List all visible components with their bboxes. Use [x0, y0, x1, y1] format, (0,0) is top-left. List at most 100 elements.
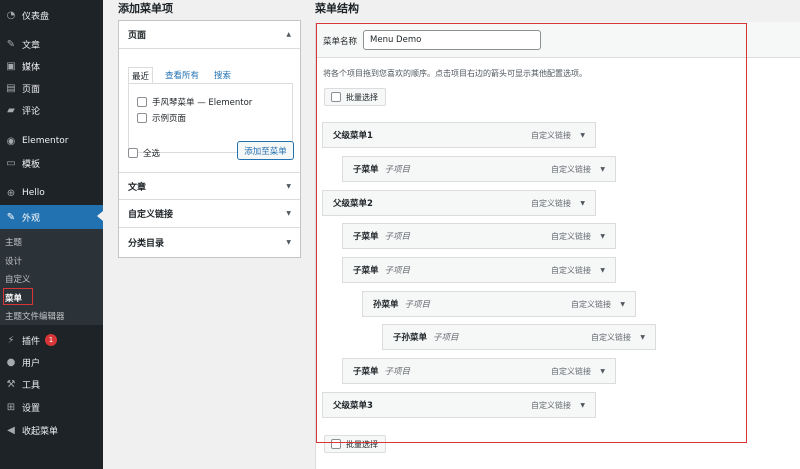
menu-item-heading: 子菜单 子项目	[353, 264, 410, 276]
menu-item-type: 自定义链接	[591, 332, 631, 342]
menu-item[interactable]: 父级菜单3 自定义链接 ▼	[322, 392, 596, 418]
nav-users[interactable]: ● 用户	[0, 351, 103, 373]
chevron-up-icon: ▲	[286, 31, 291, 38]
page-option-label: 手风琴菜单 — Elementor	[152, 98, 253, 108]
categories-section-header[interactable]: 分类目录 ▼	[119, 228, 300, 256]
submenu-design[interactable]: 设计	[5, 255, 22, 267]
nav-collapse-menu[interactable]: ◀ 收起菜单	[0, 419, 103, 441]
menu-item-heading: 子菜单 子项目	[353, 163, 410, 175]
menu-item-title: 子菜单	[353, 165, 379, 175]
menu-item-type: 自定义链接	[551, 366, 591, 376]
menu-item-heading: 子菜单 子项目	[353, 365, 410, 377]
sub-item-label: 子项目	[384, 165, 411, 175]
nav-dashboard[interactable]: ◔ 仪表盘	[0, 4, 103, 26]
submenu-customize[interactable]: 自定义	[5, 273, 31, 285]
menu-item[interactable]: 父级菜单2 自定义链接 ▼	[322, 190, 596, 216]
nav-label: 用户	[22, 358, 41, 369]
nav-settings[interactable]: ⊞ 设置	[0, 396, 103, 418]
section-title: 自定义链接	[128, 210, 174, 220]
menu-item-type: 自定义链接	[531, 130, 571, 140]
chevron-down-icon[interactable]: ▼	[600, 368, 605, 375]
submenu-theme-editor[interactable]: 主题文件编辑器	[5, 310, 65, 322]
page-option-label: 示例页面	[152, 114, 187, 124]
menu-item-title: 孙菜单	[373, 300, 399, 310]
pages-section-header[interactable]: 页面 ▲	[119, 21, 300, 49]
menu-item-type: 自定义链接	[551, 231, 591, 241]
checkbox[interactable]	[128, 148, 138, 158]
chevron-down-icon[interactable]: ▼	[640, 334, 645, 341]
nav-hello[interactable]: ⊕ Hello	[0, 182, 103, 204]
checkbox[interactable]	[331, 439, 341, 449]
nav-label: Hello	[22, 188, 45, 198]
menu-item[interactable]: 子菜单 子项目 自定义链接 ▼	[342, 223, 616, 249]
pages-tabs: 最近 查看所有 搜索	[128, 67, 243, 83]
checkbox[interactable]	[137, 113, 147, 123]
add-to-menu-button[interactable]: 添加至菜单	[237, 141, 294, 160]
submenu-themes[interactable]: 主题	[5, 236, 22, 248]
nav-appearance[interactable]: ✎ 外观	[0, 205, 103, 229]
checkbox[interactable]	[137, 97, 147, 107]
page-icon: ▤	[6, 82, 16, 94]
tab-recent[interactable]: 最近	[128, 67, 154, 83]
nav-templates[interactable]: ▭ 模板	[0, 152, 103, 174]
checkbox[interactable]	[331, 92, 341, 102]
menu-item[interactable]: 子孙菜单 子项目 自定义链接 ▼	[382, 324, 656, 350]
section-title: 文章	[128, 182, 147, 193]
chevron-down-icon[interactable]: ▼	[580, 132, 585, 139]
menu-item-title: 父级菜单1	[333, 131, 373, 141]
page-option[interactable]: 手风琴菜单 — Elementor	[137, 96, 252, 108]
sub-item-label: 子项目	[433, 333, 459, 343]
tab-search[interactable]: 搜索	[211, 67, 234, 83]
nav-label: Elementor	[22, 136, 69, 146]
nav-label: 设置	[22, 403, 41, 414]
chevron-down-icon[interactable]: ▼	[600, 166, 605, 173]
section-title: 分类目录	[128, 238, 165, 249]
nav-comments[interactable]: ▰ 评论	[0, 99, 103, 121]
nav-posts[interactable]: ✎ 文章	[0, 33, 103, 55]
nav-pages[interactable]: ▤ 页面	[0, 77, 103, 99]
posts-section-header[interactable]: 文章 ▼	[119, 172, 300, 200]
admin-sidebar: ◔ 仪表盘 ✎ 文章 ▣ 媒体 ▤ 页面 ▰ 评论 ◉ Elementor ▭ 模板 ⊕ Hel…	[0, 0, 103, 469]
menu-item[interactable]: 父级菜单1 自定义链接 ▼	[322, 122, 596, 148]
menu-name-label: 菜单名称	[323, 37, 358, 47]
add-items-panel: 页面 ▲ 最近 查看所有 搜索 手风琴菜单 — Elementor 示例页面 全…	[118, 20, 301, 258]
custom-links-section-header[interactable]: 自定义链接 ▼	[119, 200, 300, 228]
nav-label: 收起菜单	[22, 426, 59, 437]
nav-label: 外观	[22, 213, 41, 224]
nav-elementor[interactable]: ◉ Elementor	[0, 130, 103, 152]
chevron-down-icon: ▼	[286, 238, 291, 246]
page-option[interactable]: 示例页面	[137, 112, 186, 124]
menu-item[interactable]: 子菜单 子项目 自定义链接 ▼	[342, 257, 616, 283]
menu-item-heading: 子菜单 子项目	[353, 230, 410, 242]
chevron-down-icon[interactable]: ▼	[580, 200, 585, 207]
sub-item-label: 子项目	[404, 300, 431, 310]
chevron-down-icon[interactable]: ▼	[600, 233, 605, 240]
drag-instructions: 将各个项目拖到您喜欢的顺序。点击项目右边的箭头可显示其他配置选项。	[323, 69, 587, 78]
menu-item-type: 自定义链接	[531, 198, 571, 208]
chevron-down-icon[interactable]: ▼	[580, 402, 585, 409]
menu-item[interactable]: 孙菜单 子项目 自定义链接 ▼	[362, 291, 636, 317]
chevron-down-icon[interactable]: ▼	[620, 301, 625, 308]
tab-view-all[interactable]: 查看所有	[162, 67, 202, 83]
menu-item[interactable]: 子菜单 子项目 自定义链接 ▼	[342, 358, 616, 384]
add-items-heading: 添加菜单项	[118, 2, 173, 15]
select-all[interactable]: 全选	[128, 147, 160, 159]
menu-structure-panel: 菜单名称 将各个项目拖到您喜欢的顺序。点击项目右边的箭头可显示其他配置选项。 批…	[315, 22, 800, 469]
menu-name-input[interactable]	[363, 30, 541, 50]
menu-item[interactable]: 子菜单 子项目 自定义链接 ▼	[342, 156, 616, 182]
sub-item-label: 子项目	[384, 367, 411, 377]
bulk-select-label: 批量选择	[346, 92, 378, 102]
bulk-select-top[interactable]: 批量选择	[324, 88, 386, 106]
bulk-select-bottom[interactable]: 批量选择	[324, 435, 386, 453]
nav-tools[interactable]: ⚒ 工具	[0, 373, 103, 395]
chevron-down-icon: ▼	[286, 182, 291, 190]
chevron-down-icon[interactable]: ▼	[600, 267, 605, 274]
user-icon: ●	[6, 356, 16, 368]
bulk-select-label: 批量选择	[346, 439, 378, 449]
settings-icon: ⊞	[6, 401, 16, 413]
nav-media[interactable]: ▣ 媒体	[0, 55, 103, 77]
menu-item-title: 父级菜单3	[333, 401, 373, 411]
plugin-icon: ⚡	[7, 334, 15, 346]
menu-item-heading: 子孙菜单 子项目	[393, 331, 459, 343]
nav-plugins[interactable]: ⚡ 插件 1	[0, 329, 103, 351]
